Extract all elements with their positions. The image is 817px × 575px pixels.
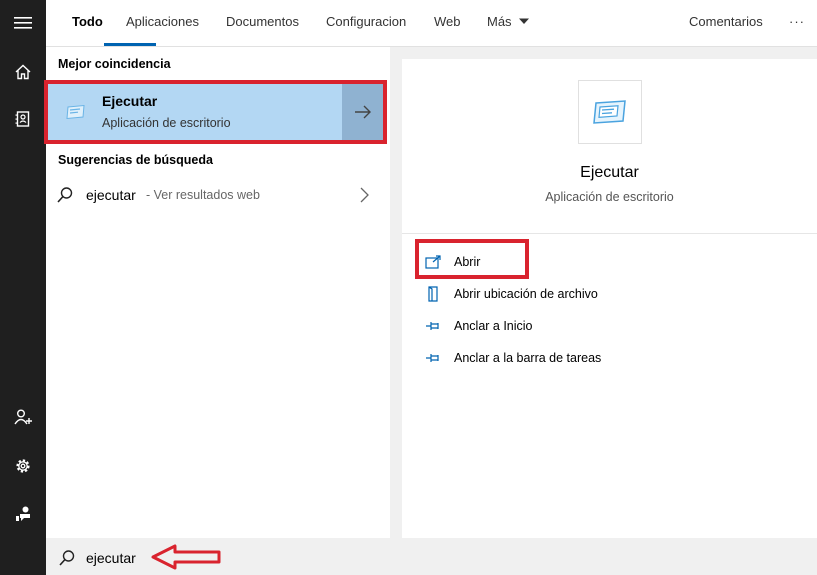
person-add-icon[interactable] bbox=[0, 400, 46, 434]
action-open-file-location-label: Abrir ubicación de archivo bbox=[454, 287, 598, 301]
preview-subtitle: Aplicación de escritorio bbox=[545, 190, 674, 204]
suggestion-suffix: - Ver resultados web bbox=[146, 188, 260, 202]
annotation-arrow-icon bbox=[151, 544, 221, 570]
active-tab-indicator bbox=[104, 43, 156, 46]
feedback-icon[interactable] bbox=[0, 497, 46, 531]
action-pin-start[interactable]: Anclar a Inicio bbox=[424, 314, 533, 338]
pin-icon bbox=[424, 349, 442, 367]
best-match-heading: Mejor coincidencia bbox=[58, 57, 171, 71]
action-open-file-location[interactable]: Abrir ubicación de archivo bbox=[424, 282, 598, 306]
results-pane: Mejor coincidencia Ejecutar Aplicación d… bbox=[44, 47, 390, 538]
search-input[interactable]: ejecutar bbox=[86, 550, 136, 566]
tab-mas-label: Más bbox=[487, 14, 512, 29]
caret-down-icon bbox=[519, 18, 530, 24]
tab-web[interactable]: Web bbox=[434, 0, 461, 47]
home-icon[interactable] bbox=[0, 55, 46, 89]
highlight-frame bbox=[44, 80, 387, 144]
action-pin-taskbar[interactable]: Anclar a la barra de tareas bbox=[424, 346, 601, 370]
search-suggestions-heading: Sugerencias de búsqueda bbox=[58, 153, 213, 167]
gear-icon[interactable] bbox=[0, 449, 46, 483]
tab-todo[interactable]: Todo bbox=[72, 0, 103, 47]
web-suggestion-item[interactable]: ejecutar - Ver resultados web bbox=[46, 177, 390, 211]
hamburger-menu-icon[interactable] bbox=[0, 6, 46, 40]
feedback-button[interactable]: Comentarios bbox=[689, 0, 763, 47]
preview-pane: Ejecutar Aplicación de escritorio Abrir … bbox=[402, 59, 817, 538]
nav-rail bbox=[0, 0, 46, 575]
tab-mas[interactable]: Más bbox=[487, 0, 530, 47]
tab-documentos[interactable]: Documentos bbox=[226, 0, 299, 47]
chevron-right-icon bbox=[360, 187, 369, 203]
more-options-button[interactable]: ··· bbox=[789, 0, 805, 47]
search-icon bbox=[57, 187, 73, 203]
pin-icon bbox=[424, 317, 442, 335]
notebook-icon[interactable] bbox=[0, 102, 46, 136]
tab-aplicaciones[interactable]: Aplicaciones bbox=[126, 0, 199, 47]
run-app-large-icon bbox=[578, 80, 642, 144]
highlight-frame bbox=[415, 239, 529, 279]
action-pin-taskbar-label: Anclar a la barra de tareas bbox=[454, 351, 602, 365]
action-pin-start-label: Anclar a Inicio bbox=[454, 319, 533, 333]
suggestion-query: ejecutar bbox=[86, 187, 136, 203]
preview-header: Ejecutar Aplicación de escritorio bbox=[402, 59, 817, 234]
file-location-icon bbox=[424, 285, 442, 303]
tab-configuracion[interactable]: Configuracion bbox=[326, 0, 406, 47]
search-bar[interactable]: ejecutar bbox=[46, 538, 817, 575]
preview-title: Ejecutar bbox=[580, 164, 639, 181]
search-icon bbox=[59, 550, 75, 566]
filter-tab-bar: Todo Aplicaciones Documentos Configuraci… bbox=[46, 0, 817, 47]
